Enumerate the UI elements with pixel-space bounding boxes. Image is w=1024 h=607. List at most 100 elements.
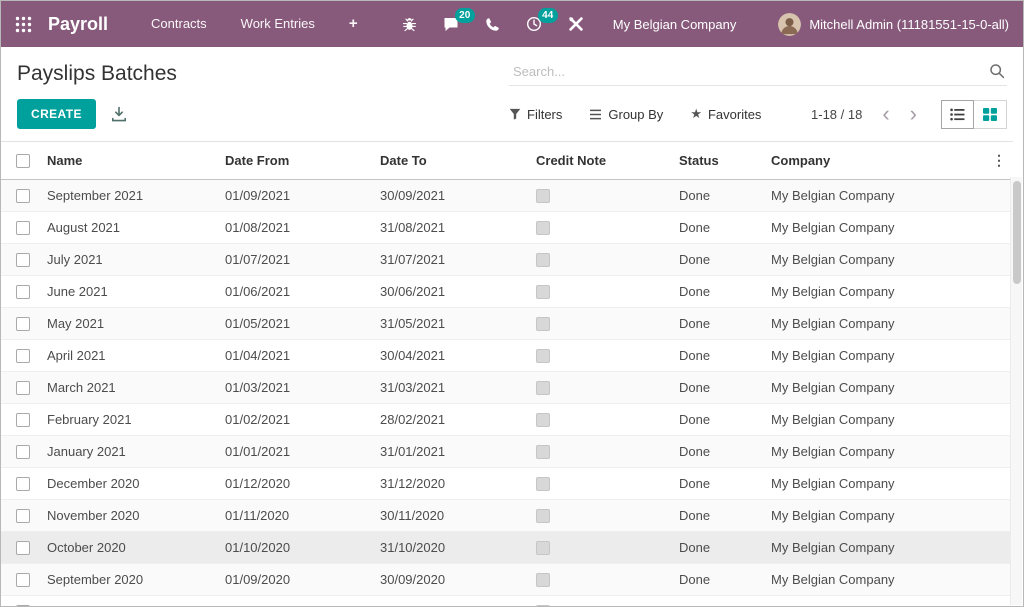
scrollbar-thumb[interactable] (1013, 181, 1021, 284)
phone-icon[interactable] (472, 1, 513, 47)
kanban-view-icon (983, 108, 997, 121)
cell-batch-name: July 2021 (41, 244, 219, 276)
table-row[interactable]: October 2020 01/10/2020 31/10/2020 Done … (1, 532, 1013, 564)
export-download-icon[interactable] (111, 106, 127, 122)
table-row[interactable]: August 2020 01/08/2020 31/08/2020 Done M… (1, 596, 1013, 607)
table-row[interactable]: September 2021 01/09/2021 30/09/2021 Don… (1, 180, 1013, 212)
company-switcher[interactable]: My Belgian Company (613, 17, 737, 32)
table-row[interactable]: August 2021 01/08/2021 31/08/2021 Done M… (1, 212, 1013, 244)
cell-company: My Belgian Company (765, 212, 985, 244)
list-view-icon (950, 108, 965, 121)
row-checkbox[interactable] (16, 541, 30, 555)
row-checkbox[interactable] (16, 285, 30, 299)
bug-icon[interactable] (389, 1, 430, 47)
row-checkbox[interactable] (16, 381, 30, 395)
cell-date-to: 31/03/2021 (374, 372, 530, 404)
page-title: Payslips Batches (17, 62, 177, 86)
menu-plus[interactable]: + (332, 1, 375, 47)
activities-clock-icon[interactable]: 44 (513, 1, 555, 47)
menu-work-entries[interactable]: Work Entries (224, 1, 332, 47)
pager-range: 1-18 / 18 (811, 107, 862, 122)
user-avatar (778, 13, 801, 36)
select-all-checkbox[interactable] (16, 154, 30, 168)
cell-date-to: 28/02/2021 (374, 404, 530, 436)
odoo-window: Payroll Contracts Work Entries + (0, 0, 1024, 607)
cell-batch-name: January 2021 (41, 436, 219, 468)
table-row[interactable]: May 2021 01/05/2021 31/05/2021 Done My B… (1, 308, 1013, 340)
cell-date-to: 31/01/2021 (374, 436, 530, 468)
user-menu[interactable]: Mitchell Admin (11181551-15-0-all) (778, 13, 1009, 36)
row-checkbox[interactable] (16, 317, 30, 331)
row-checkbox[interactable] (16, 477, 30, 491)
table-row[interactable]: December 2020 01/12/2020 31/12/2020 Done… (1, 468, 1013, 500)
table-row[interactable]: February 2021 01/02/2021 28/02/2021 Done… (1, 404, 1013, 436)
table-row[interactable]: November 2020 01/11/2020 30/11/2020 Done… (1, 500, 1013, 532)
search-input[interactable] (513, 64, 989, 79)
filters-button[interactable]: Filters (509, 107, 562, 122)
row-checkbox[interactable] (16, 509, 30, 523)
table-row[interactable]: September 2020 01/09/2020 30/09/2020 Don… (1, 564, 1013, 596)
pager-previous-icon[interactable]: ‹ (872, 106, 899, 122)
credit-note-checkbox (536, 221, 550, 235)
credit-note-checkbox (536, 285, 550, 299)
search-icon[interactable] (989, 63, 1005, 79)
search-options: Filters Group By ★ Favorites 1-18 / 18 ‹… (509, 100, 1007, 129)
cell-date-from: 01/07/2021 (219, 244, 374, 276)
column-header-name[interactable]: Name (41, 142, 219, 180)
list-view-button[interactable] (941, 100, 974, 129)
column-header-date-from[interactable]: Date From (219, 142, 374, 180)
cell-company: My Belgian Company (765, 276, 985, 308)
view-switcher (941, 100, 1007, 129)
cell-date-to: 31/05/2021 (374, 308, 530, 340)
cell-company: My Belgian Company (765, 340, 985, 372)
vertical-scrollbar[interactable] (1010, 177, 1022, 605)
menu-contracts[interactable]: Contracts (134, 1, 224, 47)
row-checkbox[interactable] (16, 413, 30, 427)
column-header-credit-note[interactable]: Credit Note (530, 142, 673, 180)
cell-date-to: 31/08/2021 (374, 212, 530, 244)
batches-table: Name Date From Date To Credit Note Statu… (1, 141, 1013, 607)
top-navbar: Payroll Contracts Work Entries + (1, 1, 1023, 47)
table-row[interactable]: June 2021 01/06/2021 30/06/2021 Done My … (1, 276, 1013, 308)
row-checkbox[interactable] (16, 349, 30, 363)
credit-note-checkbox (536, 189, 550, 203)
row-checkbox[interactable] (16, 253, 30, 267)
messages-icon[interactable]: 20 (430, 1, 472, 47)
tools-icon[interactable] (555, 1, 597, 47)
apps-menu-icon[interactable] (13, 16, 42, 33)
cell-status: Done (673, 180, 765, 212)
table-row[interactable]: April 2021 01/04/2021 30/04/2021 Done My… (1, 340, 1013, 372)
cell-batch-name: September 2020 (41, 564, 219, 596)
row-checkbox[interactable] (16, 221, 30, 235)
cell-credit-note (530, 308, 673, 340)
column-header-status[interactable]: Status (673, 142, 765, 180)
column-header-company[interactable]: Company (765, 142, 985, 180)
row-checkbox[interactable] (16, 189, 30, 203)
cell-date-from: 01/08/2020 (219, 596, 374, 607)
cell-credit-note (530, 212, 673, 244)
search-box (509, 60, 1007, 86)
cell-status: Done (673, 340, 765, 372)
create-button[interactable]: CREATE (17, 99, 96, 129)
table-row[interactable]: March 2021 01/03/2021 31/03/2021 Done My… (1, 372, 1013, 404)
table-row[interactable]: July 2021 01/07/2021 31/07/2021 Done My … (1, 244, 1013, 276)
optional-columns-icon[interactable]: ⋮ (992, 152, 1006, 168)
cell-credit-note (530, 404, 673, 436)
row-checkbox[interactable] (16, 573, 30, 587)
cell-batch-name: June 2021 (41, 276, 219, 308)
column-header-date-to[interactable]: Date To (374, 142, 530, 180)
cell-company: My Belgian Company (765, 372, 985, 404)
list-view: Name Date From Date To Credit Note Statu… (1, 141, 1023, 607)
group-by-button[interactable]: Group By (589, 107, 663, 122)
cell-date-to: 31/08/2020 (374, 596, 530, 607)
cell-status: Done (673, 500, 765, 532)
table-row[interactable]: January 2021 01/01/2021 31/01/2021 Done … (1, 436, 1013, 468)
cell-batch-name: December 2020 (41, 468, 219, 500)
kanban-view-button[interactable] (974, 100, 1007, 129)
row-checkbox[interactable] (16, 445, 30, 459)
credit-note-checkbox (536, 477, 550, 491)
pager-next-icon[interactable]: › (900, 106, 927, 122)
app-name[interactable]: Payroll (48, 14, 108, 35)
favorites-button[interactable]: ★ Favorites (690, 106, 761, 122)
cell-date-to: 31/12/2020 (374, 468, 530, 500)
